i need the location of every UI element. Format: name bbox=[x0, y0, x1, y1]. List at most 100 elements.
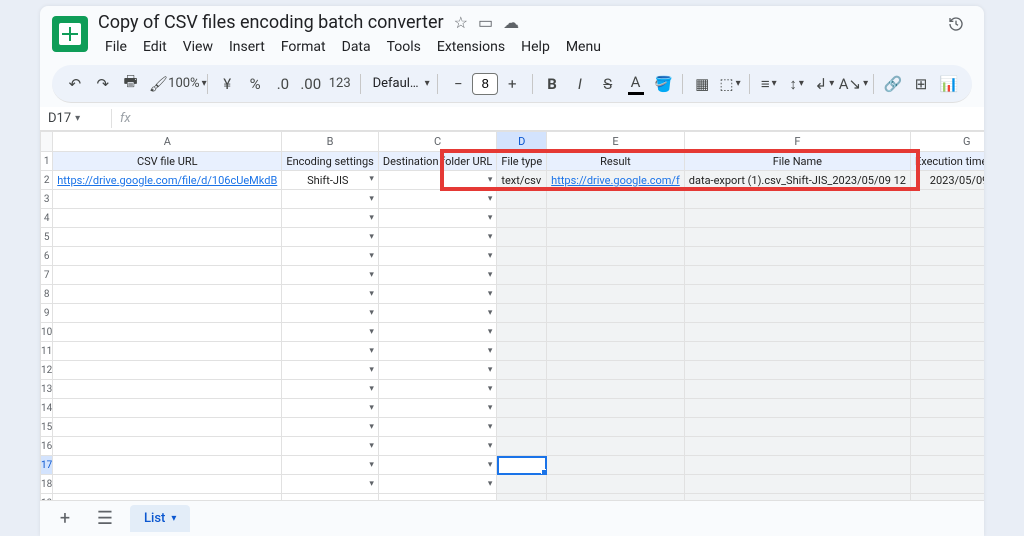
spreadsheet-grid[interactable]: ABCDEFGH1CSV file URLEncoding settingsDe… bbox=[40, 131, 984, 500]
move-to-drive-icon[interactable]: ▭ bbox=[478, 13, 493, 32]
cell[interactable]: ▾ bbox=[282, 437, 379, 456]
cell[interactable] bbox=[547, 323, 685, 342]
cell[interactable] bbox=[684, 399, 910, 418]
cell[interactable] bbox=[53, 418, 282, 437]
print-icon[interactable]: 🖶 bbox=[118, 70, 144, 98]
cell[interactable] bbox=[497, 247, 547, 266]
cell[interactable] bbox=[910, 418, 984, 437]
cell[interactable]: ▾ bbox=[282, 228, 379, 247]
cell[interactable]: Shift-JIS▾ bbox=[282, 171, 379, 190]
cell[interactable]: ▾ bbox=[378, 437, 497, 456]
cell[interactable]: Result bbox=[547, 152, 685, 171]
cell[interactable]: ▾ bbox=[378, 399, 497, 418]
cell[interactable]: ▾ bbox=[378, 475, 497, 494]
cell[interactable] bbox=[684, 323, 910, 342]
cell[interactable] bbox=[684, 285, 910, 304]
cell[interactable]: ▾ bbox=[282, 399, 379, 418]
cell[interactable]: ▾ bbox=[282, 190, 379, 209]
col-header-D[interactable]: D bbox=[497, 132, 547, 152]
cell[interactable] bbox=[53, 475, 282, 494]
cell[interactable] bbox=[497, 304, 547, 323]
cell[interactable]: ▾ bbox=[378, 209, 497, 228]
cell[interactable] bbox=[910, 475, 984, 494]
cell[interactable]: ▾ bbox=[282, 209, 379, 228]
cell[interactable] bbox=[547, 475, 685, 494]
decrease-fontsize-button[interactable]: − bbox=[444, 70, 472, 98]
cell[interactable] bbox=[497, 342, 547, 361]
cell[interactable] bbox=[684, 418, 910, 437]
row-header[interactable]: 6 bbox=[41, 247, 53, 266]
cell[interactable] bbox=[910, 494, 984, 501]
row-header[interactable]: 16 bbox=[41, 437, 53, 456]
cell[interactable] bbox=[53, 228, 282, 247]
row-header[interactable]: 14 bbox=[41, 399, 53, 418]
col-header-C[interactable]: C bbox=[378, 132, 497, 152]
row-header[interactable]: 8 bbox=[41, 285, 53, 304]
text-color-button[interactable]: A bbox=[623, 70, 649, 98]
cell[interactable] bbox=[684, 209, 910, 228]
cell[interactable] bbox=[547, 399, 685, 418]
fontsize-input[interactable] bbox=[472, 73, 498, 95]
cell[interactable] bbox=[910, 209, 984, 228]
cell[interactable] bbox=[684, 361, 910, 380]
cell[interactable] bbox=[497, 190, 547, 209]
cell[interactable] bbox=[497, 323, 547, 342]
cell[interactable] bbox=[910, 456, 984, 475]
cell[interactable] bbox=[497, 361, 547, 380]
cell[interactable] bbox=[547, 266, 685, 285]
cell[interactable] bbox=[684, 228, 910, 247]
cell[interactable]: Execution time(GMT) bbox=[910, 152, 984, 171]
menu-insert[interactable]: Insert bbox=[222, 35, 272, 59]
cell[interactable] bbox=[497, 437, 547, 456]
cell[interactable] bbox=[547, 228, 685, 247]
redo-icon[interactable]: ↷ bbox=[90, 70, 116, 98]
cell[interactable]: ▾ bbox=[378, 342, 497, 361]
cell[interactable]: ▾ bbox=[282, 380, 379, 399]
result-link[interactable]: https://drive.google.com/f bbox=[551, 174, 680, 187]
cell[interactable] bbox=[53, 380, 282, 399]
cell[interactable] bbox=[547, 209, 685, 228]
row-header[interactable]: 5 bbox=[41, 228, 53, 247]
cell[interactable]: https://drive.google.com/f bbox=[547, 171, 685, 190]
cell[interactable]: ▾ bbox=[378, 247, 497, 266]
zoom-select[interactable]: 100% bbox=[173, 70, 201, 98]
text-wrap-button[interactable]: ↲ bbox=[812, 70, 838, 98]
cell[interactable]: ▾ bbox=[282, 475, 379, 494]
col-header-B[interactable]: B bbox=[282, 132, 379, 152]
cell[interactable]: CSV file URL bbox=[53, 152, 282, 171]
col-header-F[interactable]: F bbox=[684, 132, 910, 152]
cloud-status-icon[interactable]: ☁ bbox=[503, 13, 519, 32]
cell[interactable]: ▾ bbox=[378, 494, 497, 501]
row-header[interactable]: 9 bbox=[41, 304, 53, 323]
cell[interactable] bbox=[53, 247, 282, 266]
font-family-select[interactable]: Defaul… bbox=[367, 76, 432, 91]
cell[interactable] bbox=[910, 304, 984, 323]
csv-url-link[interactable]: https://drive.google.com/file/d/106cUeMk… bbox=[57, 174, 277, 187]
cell[interactable]: ▾ bbox=[282, 247, 379, 266]
col-header-G[interactable]: G bbox=[910, 132, 984, 152]
menu-edit[interactable]: Edit bbox=[136, 35, 174, 59]
cell[interactable] bbox=[547, 494, 685, 501]
cell[interactable]: ▾ bbox=[378, 361, 497, 380]
percent-icon[interactable]: % bbox=[242, 70, 268, 98]
cell[interactable] bbox=[547, 304, 685, 323]
cell[interactable] bbox=[547, 342, 685, 361]
cell[interactable]: ▾ bbox=[378, 228, 497, 247]
cell[interactable]: ▾ bbox=[378, 456, 497, 475]
cell[interactable] bbox=[53, 494, 282, 501]
cell[interactable] bbox=[497, 456, 547, 475]
cell[interactable]: File type bbox=[497, 152, 547, 171]
cell[interactable] bbox=[684, 494, 910, 501]
row-header[interactable]: 11 bbox=[41, 342, 53, 361]
cell[interactable]: ▾ bbox=[378, 171, 497, 190]
doc-title[interactable]: Copy of CSV files encoding batch convert… bbox=[98, 12, 444, 33]
row-header[interactable]: 13 bbox=[41, 380, 53, 399]
cell[interactable]: ▾ bbox=[282, 323, 379, 342]
link-button[interactable]: 🔗 bbox=[880, 70, 906, 98]
cell[interactable]: ▾ bbox=[282, 456, 379, 475]
row-header[interactable]: 12 bbox=[41, 361, 53, 380]
menu-tools[interactable]: Tools bbox=[380, 35, 428, 59]
cell[interactable]: ▾ bbox=[378, 380, 497, 399]
undo-icon[interactable]: ↶ bbox=[62, 70, 88, 98]
cell[interactable] bbox=[547, 285, 685, 304]
